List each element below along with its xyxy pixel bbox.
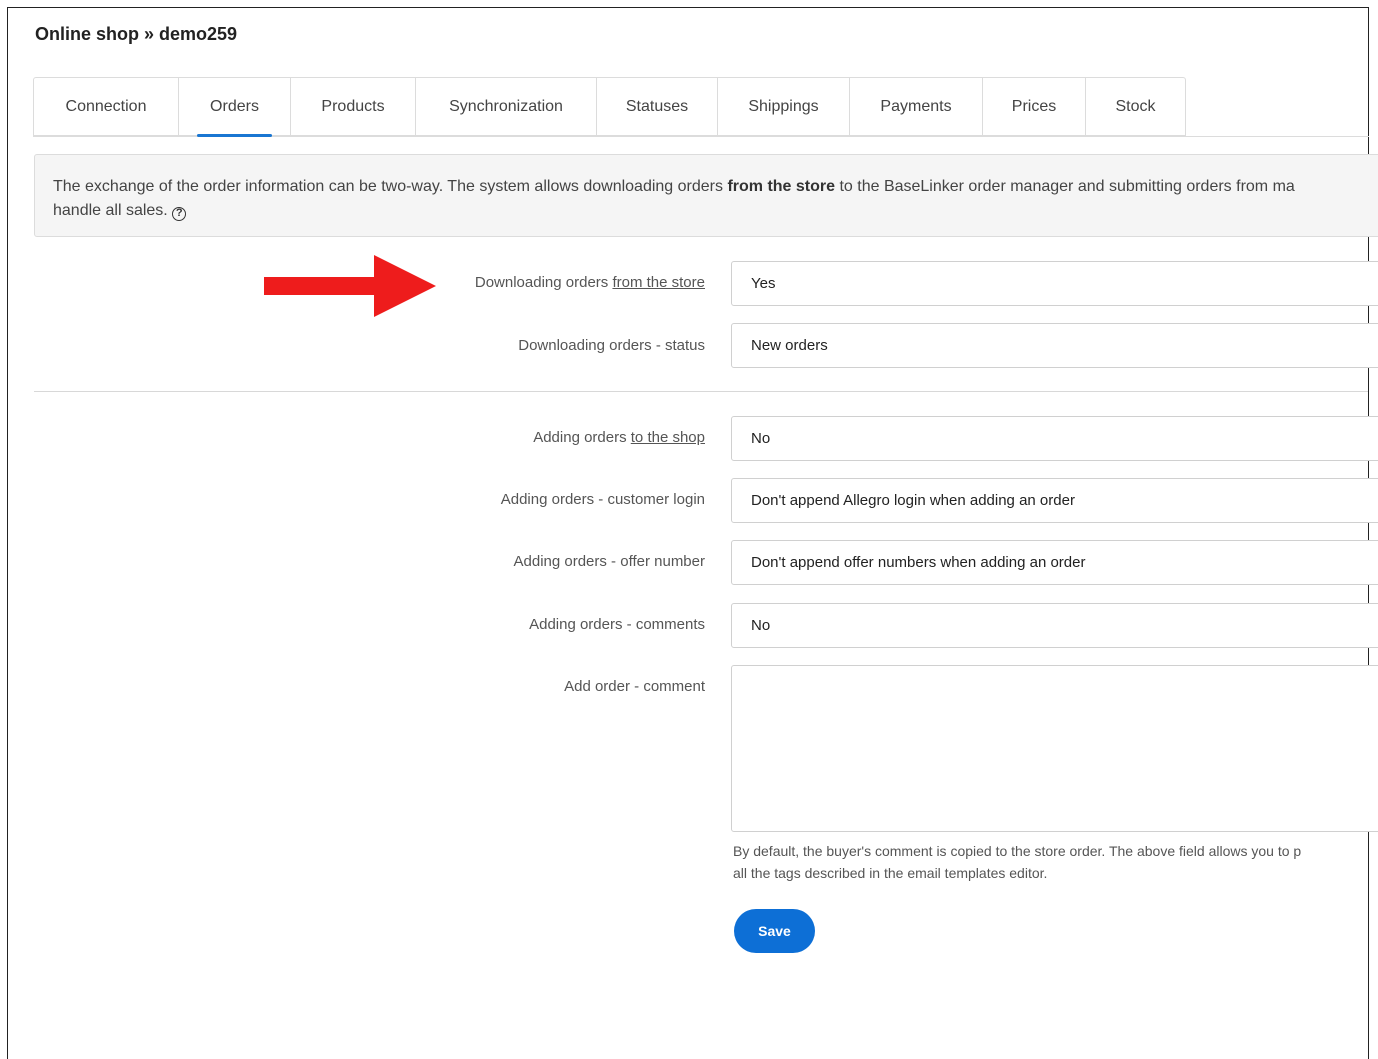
save-button[interactable]: Save (734, 909, 815, 953)
select-customer-login[interactable]: Don't append Allegro login when adding a… (731, 478, 1378, 523)
tab-synchronization[interactable]: Synchronization (416, 77, 597, 136)
label-add-comment: Add order - comment (564, 678, 705, 695)
tab-products[interactable]: Products (291, 77, 416, 136)
window-frame-left (7, 8, 8, 1059)
info-line-1: The exchange of the order information ca… (53, 178, 1295, 195)
select-comments[interactable]: No (731, 603, 1378, 648)
select-downloading-orders[interactable]: Yes (731, 261, 1378, 306)
tab-connection[interactable]: Connection (33, 77, 179, 136)
tab-bar: Connection Orders Products Synchronizati… (33, 77, 1186, 137)
label-downloading-orders: Downloading orders from the store (474, 274, 705, 291)
tab-orders[interactable]: Orders (179, 77, 291, 137)
label-adding-orders: Adding orders to the shop (533, 429, 705, 446)
tab-prices[interactable]: Prices (983, 77, 1086, 136)
question-circle-icon[interactable]: ? (172, 206, 187, 221)
label-customer-login: Adding orders - customer login (500, 491, 705, 508)
label-offer-number: Adding orders - offer number (513, 553, 706, 570)
comment-hint-text: By default, the buyer's comment is copie… (733, 843, 1302, 881)
tab-statuses[interactable]: Statuses (597, 77, 718, 136)
tab-stock[interactable]: Stock (1086, 77, 1186, 136)
info-line-2: handle all sales. ? (53, 199, 1375, 223)
page-title: Online shop » demo259 (35, 24, 238, 44)
info-box: The exchange of the order information ca… (34, 154, 1378, 237)
select-adding-orders[interactable]: No (731, 416, 1378, 461)
label-downloading-status: Downloading orders - status (518, 337, 705, 354)
label-comments: Adding orders - comments (529, 616, 705, 633)
tab-shippings[interactable]: Shippings (718, 77, 850, 136)
link-from-the-store[interactable]: from the store (612, 274, 705, 291)
select-downloading-status[interactable]: New orders (731, 323, 1378, 368)
tab-payments[interactable]: Payments (850, 77, 983, 136)
textarea-add-comment[interactable] (731, 665, 1378, 832)
red-arrow-annotation (264, 255, 436, 317)
link-to-the-shop[interactable]: to the shop (631, 429, 705, 446)
section-divider (34, 391, 1368, 392)
window-frame-top (7, 7, 1368, 8)
select-offer-number[interactable]: Don't append offer numbers when adding a… (731, 540, 1378, 585)
